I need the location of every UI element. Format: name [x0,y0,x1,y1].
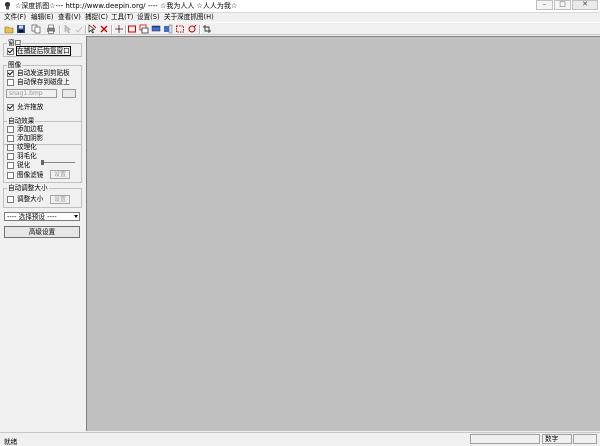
effect-feather-label: 羽毛化 [17,152,37,160]
drag-check[interactable] [7,103,14,111]
resize-check[interactable] [7,195,14,203]
pointer-icon[interactable] [62,24,72,34]
sharpen-slider[interactable] [41,160,75,165]
menu-view[interactable]: 查看(V) [58,13,81,22]
resize-checkbox[interactable]: 调整大小 [7,195,43,203]
maximize-button[interactable]: □ [554,0,571,10]
image-group-title: 图像 [7,61,23,69]
effect-sharpen-check[interactable] [7,161,14,169]
effect-sharpen-checkbox[interactable]: 锐化 [7,161,30,169]
capture-scroll-icon[interactable] [163,24,173,34]
resize-label: 调整大小 [17,195,44,203]
minimize-button[interactable]: – [536,0,553,10]
effect-filter-check[interactable] [7,171,14,179]
status-text: 就绪 [4,438,18,446]
window-group: 窗口 在捕捉后恢复窗口 [3,39,82,57]
copy-icon[interactable] [31,24,41,34]
resize-settings-button[interactable]: 设置 [50,195,70,204]
clipboard-checkbox[interactable]: 自动发送到剪贴板 [7,69,70,77]
close-button[interactable]: ✕ [572,0,598,10]
save-path-field[interactable]: snag1.bmp [6,89,57,98]
preset-select-value: ---- 选择预设 ---- [7,213,57,221]
menu-edit[interactable]: 编辑(E) [31,13,54,22]
record-icon[interactable] [187,24,197,34]
pointer-disabled-icon[interactable] [74,24,84,34]
effect-texture-checkbox[interactable]: 纹理化 [7,143,37,151]
effect-texture-check[interactable] [7,143,14,151]
capture-window-icon[interactable] [139,24,149,34]
status-panel-blank [470,434,540,444]
autosave-checkbox[interactable]: 自动保存到磁盘上 [7,78,70,86]
effect-sharpen-label: 锐化 [17,161,31,169]
capture-object-icon[interactable] [175,24,185,34]
capture-rect-icon[interactable] [127,24,137,34]
menu-bar: 文件(F) 编辑(E) 查看(V) 捕捉(C) 工具(T) 设置(S) 关于深度… [0,13,600,22]
drag-checkbox[interactable]: 允许拖放 [7,103,43,111]
menu-tools[interactable]: 工具(T) [111,13,133,22]
preset-select[interactable]: ---- 选择预设 ---- [4,212,80,221]
browse-button[interactable] [62,89,76,98]
settings-panel: 窗口 在捕捉后恢复窗口 图像 自动发送到剪贴板 自动保存到磁盘上 允许拖放 sn… [0,36,85,431]
drag-label: 允许拖放 [17,103,44,111]
status-panel-end [573,434,597,444]
effect-border-check[interactable] [7,125,14,133]
effect-filter-label: 图像滤镜 [17,171,44,179]
crop-icon[interactable] [202,24,212,34]
restore-window-label: 在捕捉后恢复窗口 [16,46,71,56]
print-icon[interactable] [46,24,56,34]
effect-shadow-label: 添加阴影 [17,134,44,142]
delete-icon[interactable] [99,24,109,34]
effect-feather-check[interactable] [7,152,14,160]
capture-region-icon[interactable] [114,24,124,34]
restore-window-check[interactable] [7,47,14,55]
capture-cursor-icon[interactable] [87,24,97,34]
title-bar: ☆深度抓图☆--- http://www.deepin.org/ ---- ☆我… [0,0,600,13]
window-title: ☆深度抓图☆--- http://www.deepin.org/ ---- ☆我… [15,2,238,10]
effect-texture-label: 纹理化 [17,143,37,151]
menu-settings[interactable]: 设置(S) [137,13,160,22]
app-icon [4,1,11,10]
advanced-settings-button[interactable]: 高级设置 [4,226,80,238]
effect-border-label: 添加边框 [17,125,44,133]
restore-window-checkbox[interactable]: 在捕捉后恢复窗口 [7,46,71,56]
capture-canvas[interactable] [86,36,600,431]
clipboard-label: 自动发送到剪贴板 [17,69,70,77]
save-icon[interactable] [16,24,26,34]
clipboard-check[interactable] [7,69,14,77]
effects-settings-button[interactable]: 设置 [50,170,70,179]
capture-fullscreen-icon[interactable] [151,24,161,34]
effects-group-title: 自动效果 [7,117,36,125]
open-folder-icon[interactable] [4,24,14,34]
menu-capture[interactable]: 捕捉(C) [85,13,108,22]
resize-group: 自动调整大小 调整大小 [3,184,82,208]
effect-feather-checkbox[interactable]: 羽毛化 [7,152,37,160]
effect-shadow-checkbox[interactable]: 添加阴影 [7,134,43,142]
effect-filter-checkbox[interactable]: 图像滤镜 [7,171,43,179]
menu-about[interactable]: 关于深度抓图(H) [164,13,214,22]
resize-group-title: 自动调整大小 [7,184,49,192]
window-group-title: 窗口 [7,39,23,47]
autosave-check[interactable] [7,78,14,86]
status-numlock: 数字 [542,434,572,444]
menu-file[interactable]: 文件(F) [4,13,26,22]
effects-group: 自动效果 添加边框 添加阴影 纹理化 羽毛化 锐化 图像滤镜 [3,117,82,183]
chevron-down-icon [74,215,78,218]
effect-border-checkbox[interactable]: 添加边框 [7,125,43,133]
effect-shadow-check[interactable] [7,134,14,142]
status-bar: 就绪 数字 [0,432,600,446]
toolbar [0,22,600,35]
autosave-label: 自动保存到磁盘上 [17,78,70,86]
